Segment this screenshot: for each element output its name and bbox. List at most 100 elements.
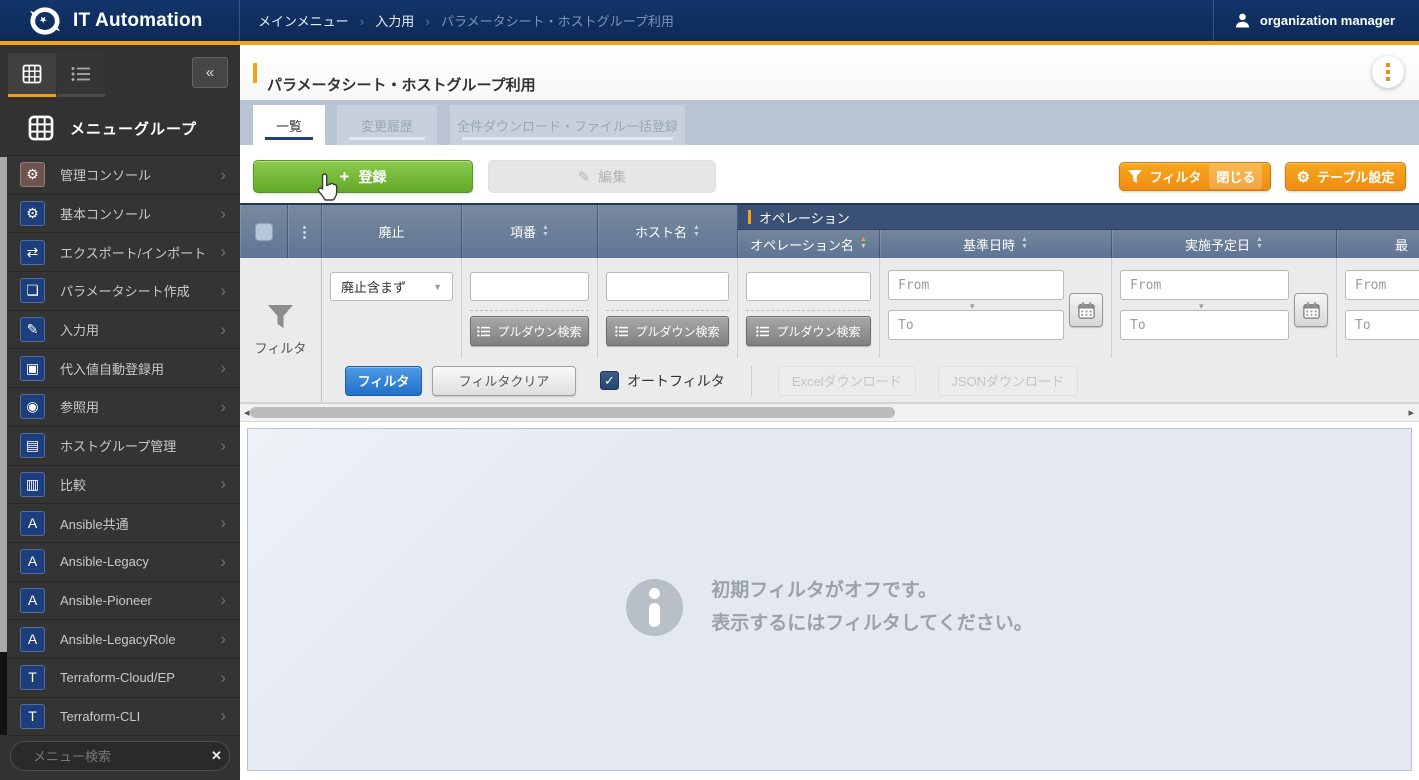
- pulldown-search-button[interactable]: プルダウン検索: [746, 316, 871, 346]
- sort-icons[interactable]: ▲▼: [693, 225, 700, 239]
- column-header-discard[interactable]: 廃止: [322, 205, 462, 258]
- scroll-left-icon[interactable]: ◂: [244, 406, 250, 419]
- sidebar-item-export-import[interactable]: ⇄ エクスポート/インポート ›: [8, 233, 240, 272]
- sidebar-tab-menu-groups[interactable]: [8, 53, 56, 97]
- last-updated-from-input[interactable]: [1345, 270, 1419, 300]
- calendar-button[interactable]: [1069, 293, 1103, 327]
- chevron-right-icon: ›: [220, 165, 226, 185]
- last-updated-to-input[interactable]: [1345, 310, 1419, 340]
- pulldown-search-button[interactable]: プルダウン検索: [470, 316, 589, 346]
- filter-clear-button[interactable]: フィルタクリア: [432, 366, 576, 396]
- sidebar-item-input[interactable]: ✎ 入力用 ›: [8, 311, 240, 350]
- sidebar-collapse-button[interactable]: «: [192, 57, 228, 88]
- menu-group-title: メニューグループ: [70, 118, 197, 139]
- column-header-item-number[interactable]: 項番 ▲▼: [462, 205, 598, 258]
- sidebar-item-terraform-cli[interactable]: T Terraform-CLI ›: [8, 698, 240, 737]
- tab-change-history[interactable]: 変更履歴: [337, 105, 437, 145]
- chevron-right-icon: ›: [220, 320, 226, 340]
- breadcrumb: メインメニュー › 入力用 › パラメータシート・ホストグループ利用: [258, 11, 674, 30]
- sidebar-item-ansible-legacyrole[interactable]: A Ansible-LegacyRole ›: [8, 620, 240, 659]
- table-setting-button[interactable]: ⚙ テーブル設定: [1285, 162, 1406, 191]
- column-header-host-name[interactable]: ホスト名 ▲▼: [598, 205, 738, 258]
- sidebar-item-hostgroup-mgmt[interactable]: ▤ ホストグループ管理 ›: [8, 427, 240, 466]
- column-header-base-datetime[interactable]: 基準日時 ▲▼: [880, 230, 1112, 258]
- column-header-operation-name[interactable]: オペレーション名 ▲▼: [738, 230, 880, 258]
- sidebar-scrollbar[interactable]: [0, 157, 7, 735]
- terraform-icon: T: [20, 665, 45, 690]
- horizontal-scrollbar[interactable]: ◂ ▸: [240, 403, 1419, 422]
- check-icon: ✓: [604, 373, 615, 388]
- row-menu-column[interactable]: ⋮: [288, 205, 322, 258]
- message-line-1: 初期フィルタがオフです。: [711, 574, 1032, 607]
- sidebar-item-admin-console[interactable]: ⚙ 管理コンソール ›: [8, 156, 240, 195]
- user-menu[interactable]: organization manager: [1213, 0, 1419, 41]
- filter-cell-last-updated: [1337, 258, 1419, 358]
- sidebar-tab-menu-list[interactable]: [57, 53, 105, 97]
- filter-cell-base-datetime: ▾: [880, 258, 1112, 358]
- user-name: organization manager: [1260, 13, 1395, 28]
- sidebar-item-ansible-pioneer[interactable]: A Ansible-Pioneer ›: [8, 582, 240, 621]
- filter-apply-button[interactable]: フィルタ: [345, 366, 422, 396]
- sort-icons[interactable]: ▲▼: [860, 237, 867, 251]
- filter-close-segment[interactable]: 閉じる: [1209, 164, 1262, 189]
- host-name-filter-input[interactable]: [606, 272, 729, 301]
- sidebar-item-compare[interactable]: ▥ 比較 ›: [8, 466, 240, 505]
- sidebar-item-ansible-legacy[interactable]: A Ansible-Legacy ›: [8, 543, 240, 582]
- sidebar-item-basic-console[interactable]: ⚙ 基本コンソール ›: [8, 195, 240, 234]
- sidebar-item-substitution-auto-reg[interactable]: ▣ 代入値自動登録用 ›: [8, 349, 240, 388]
- sort-icons[interactable]: ▲▼: [542, 225, 549, 239]
- tab-list[interactable]: 一覧: [253, 105, 325, 145]
- column-header-scheduled-date[interactable]: 実施予定日 ▲▼: [1112, 230, 1337, 258]
- list-icon: [71, 66, 91, 82]
- breadcrumb-main-menu[interactable]: メインメニュー: [258, 11, 349, 30]
- excel-download-button[interactable]: Excelダウンロード: [778, 366, 916, 396]
- filter-row: フィルタ 廃止含まず ▼: [240, 258, 1419, 403]
- calendar-icon: [1302, 301, 1321, 320]
- calendar-button[interactable]: [1294, 293, 1328, 327]
- operation-name-filter-input[interactable]: [746, 272, 871, 301]
- gear-icon: ⚙: [20, 162, 45, 187]
- pulldown-search-button[interactable]: プルダウン検索: [606, 316, 729, 346]
- page-title: パラメータシート・ホストグループ利用: [267, 74, 536, 95]
- page-title-bar: パラメータシート・ホストグループ利用: [240, 45, 1419, 100]
- base-datetime-from-input[interactable]: [888, 270, 1064, 300]
- list-icon: [756, 326, 769, 337]
- sidebar-item-terraform-cloud-ep[interactable]: T Terraform-Cloud/EP ›: [8, 659, 240, 698]
- sidebar: « メニューグループ ⚙ 管理コンソール › ⚙ 基本コンソール ›: [0, 45, 240, 780]
- column-header-last-truncated[interactable]: 最: [1337, 230, 1419, 258]
- table-header: ⋮ 廃止 項番 ▲▼ ホスト名 ▲▼ オペレーション オペレーショ: [240, 203, 1419, 258]
- chevron-right-icon: ›: [220, 474, 226, 494]
- filter-cell-operation-name: プルダウン検索: [738, 258, 880, 358]
- chevron-right-icon: ›: [220, 513, 226, 533]
- scrollbar-thumb[interactable]: [250, 407, 895, 418]
- filter-cell-host-name: プルダウン検索: [598, 258, 738, 358]
- filter-toggle-button[interactable]: フィルタ 閉じる: [1119, 162, 1271, 191]
- page-menu-button[interactable]: [1372, 56, 1404, 88]
- sidebar-item-reference[interactable]: ◉ 参照用 ›: [8, 388, 240, 427]
- message-line-2: 表示するにはフィルタしてください。: [711, 607, 1032, 640]
- sidebar-item-ansible-common[interactable]: A Ansible共通 ›: [8, 504, 240, 543]
- breadcrumb-input[interactable]: 入力用: [375, 11, 414, 30]
- discard-filter-select[interactable]: 廃止含まず ▼: [330, 272, 453, 301]
- autofilter-checkbox[interactable]: ✓: [600, 371, 619, 390]
- app-logo[interactable]: IT Automation: [0, 0, 240, 41]
- json-download-button[interactable]: JSONダウンロード: [938, 366, 1078, 396]
- base-datetime-to-input[interactable]: [888, 310, 1064, 340]
- sort-icons[interactable]: ▲▼: [1256, 237, 1263, 251]
- scroll-right-icon[interactable]: ▸: [1408, 406, 1414, 419]
- select-all-checkbox[interactable]: [255, 223, 273, 241]
- edit-button[interactable]: ✎ 編集: [488, 160, 716, 193]
- sidebar-item-sheet-create[interactable]: ❏ パラメータシート作成 ›: [8, 272, 240, 311]
- scheduled-date-to-input[interactable]: [1120, 310, 1289, 340]
- scheduled-date-from-input[interactable]: [1120, 270, 1289, 300]
- sort-icons[interactable]: ▲▼: [1021, 237, 1028, 251]
- item-number-filter-input[interactable]: [470, 272, 589, 301]
- register-button[interactable]: + 登録: [253, 160, 473, 193]
- sidebar-scrollbar-thumb[interactable]: [0, 157, 7, 652]
- pencil-icon: ✎: [578, 168, 591, 186]
- top-header: IT Automation メインメニュー › 入力用 › パラメータシート・ホ…: [0, 0, 1419, 45]
- menu-search-input[interactable]: [31, 748, 211, 765]
- action-toolbar: + 登録 ✎ 編集 フィルタ 閉じる ⚙ テーブル設定: [240, 145, 1419, 203]
- clear-search-icon[interactable]: ✕: [211, 748, 222, 764]
- tab-bulk-download-register[interactable]: 全件ダウンロード・ファイル一括登録: [450, 105, 685, 145]
